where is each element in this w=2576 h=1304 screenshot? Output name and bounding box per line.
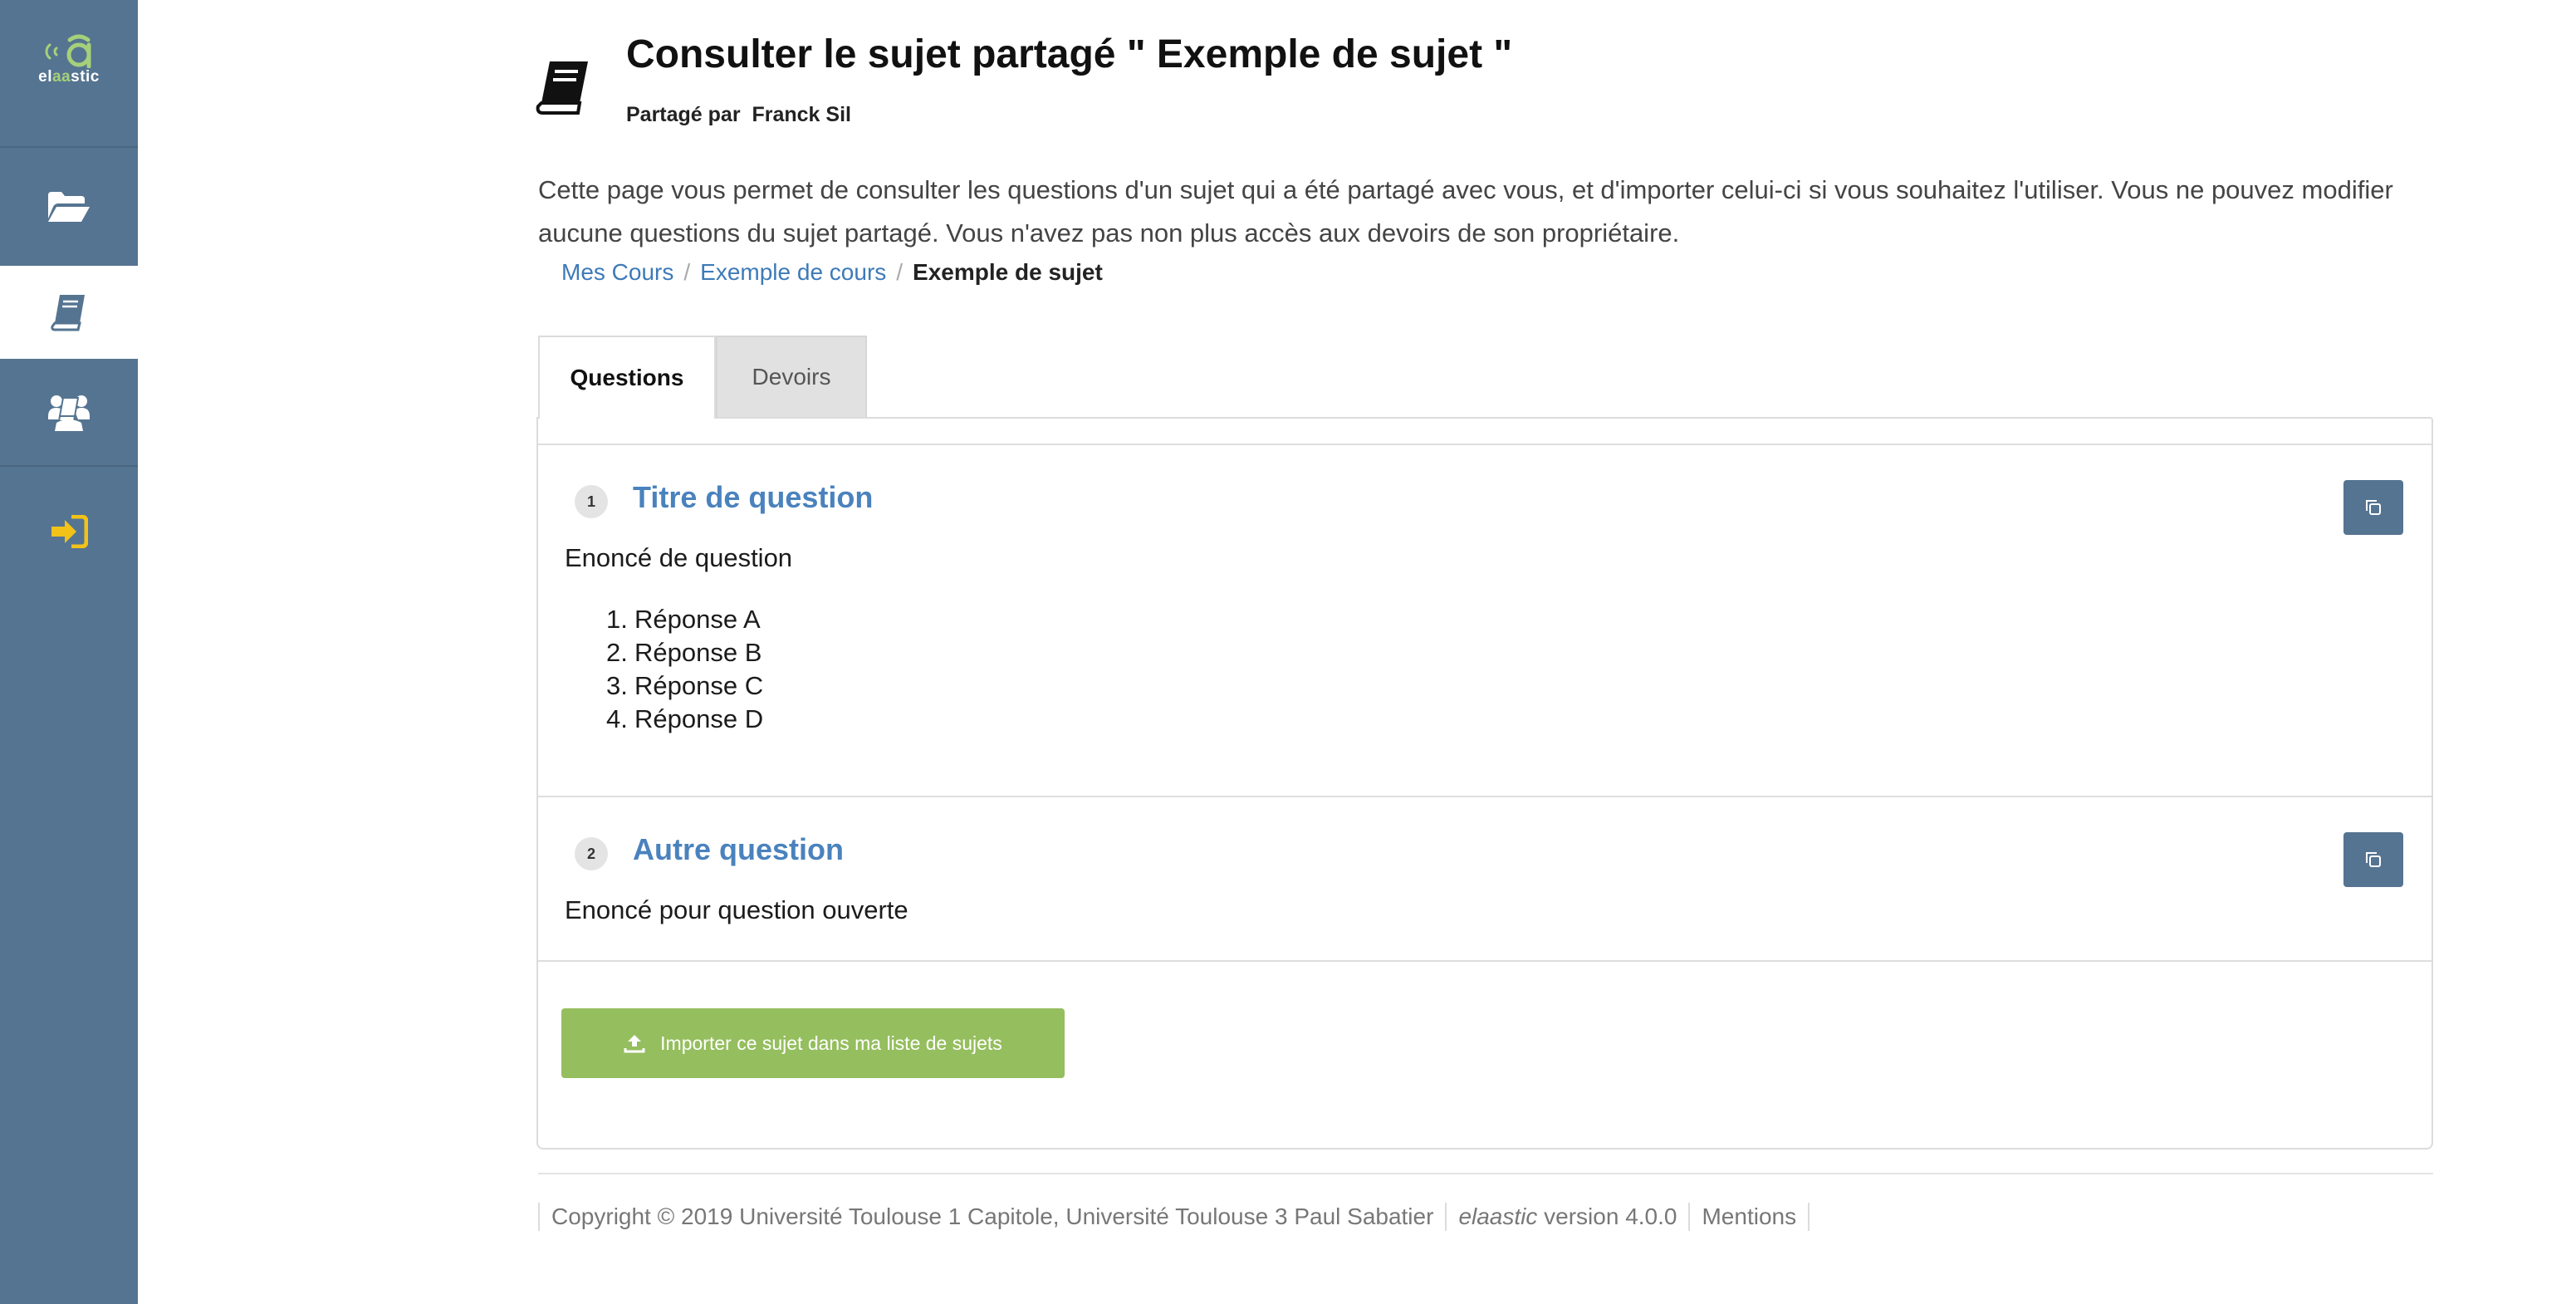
logo-text: elaastic xyxy=(38,68,100,86)
import-button-label: Importer ce sujet dans ma liste de sujet… xyxy=(660,1032,1002,1054)
sidebar-item-groups[interactable] xyxy=(0,359,138,465)
breadcrumb-course[interactable]: Exemple de cours xyxy=(700,259,886,285)
question-statement: Enoncé pour question ouverte xyxy=(565,895,908,924)
question-statement: Enoncé de question xyxy=(565,543,793,572)
question-title: Autre question xyxy=(633,832,845,866)
logo-mark-icon xyxy=(45,34,91,68)
breadcrumb-my-courses[interactable]: Mes Cours xyxy=(561,259,673,285)
shared-by: Partagé par Franck Sil xyxy=(626,103,851,127)
answer-list: 1. Réponse A 2. Réponse B 3. Réponse C 4. Ré… xyxy=(596,603,763,736)
sidebar-item-courses[interactable] xyxy=(0,148,138,266)
question-divider xyxy=(538,796,2432,797)
copyright-text: Copyright © 2019 Université Toulouse 1 C… xyxy=(538,1203,1445,1231)
question-number-badge: 2 xyxy=(575,837,608,870)
tab-questions[interactable]: Questions xyxy=(538,336,716,419)
answer-item: 2. Réponse B xyxy=(606,638,762,667)
book-icon xyxy=(536,61,588,115)
answer-item: 1. Réponse A xyxy=(606,605,761,634)
app-version: elaastic version 4.0.0 xyxy=(1445,1203,1688,1231)
sign-in-icon xyxy=(51,515,88,548)
upload-icon xyxy=(624,1035,645,1053)
owner-name: Franck Sil xyxy=(752,103,851,126)
shared-by-label: Partagé par xyxy=(626,103,741,126)
copy-question-button[interactable] xyxy=(2343,832,2403,887)
breadcrumb-current: Exemple de sujet xyxy=(913,259,1103,285)
footer: Copyright © 2019 Université Toulouse 1 C… xyxy=(538,1203,1810,1231)
sidebar-item-login[interactable] xyxy=(0,475,138,588)
page-title: Consulter le sujet partagé " Exemple de … xyxy=(626,32,1513,76)
sidebar-item-subjects[interactable] xyxy=(0,266,138,359)
tab-assignments[interactable]: Devoirs xyxy=(716,336,867,417)
copy-icon xyxy=(2366,500,2381,515)
sidebar: elaastic xyxy=(0,0,138,1304)
question-divider xyxy=(538,444,2432,445)
answer-item: 4. Réponse D xyxy=(606,704,764,733)
book-icon xyxy=(51,295,85,331)
folder-open-icon xyxy=(48,192,90,222)
answer-item: 3. Réponse C xyxy=(606,671,764,700)
breadcrumb-separator: / xyxy=(683,259,691,285)
questions-panel: 1 Titre de question Enoncé de question 1… xyxy=(536,417,2433,1150)
mentions-link[interactable]: Mentions xyxy=(1688,1203,1810,1231)
question-divider xyxy=(538,960,2432,962)
import-subject-button[interactable]: Importer ce sujet dans ma liste de sujet… xyxy=(561,1008,1065,1078)
question-title: Titre de question xyxy=(633,480,874,514)
sidebar-divider xyxy=(0,465,138,467)
breadcrumb: Mes Cours / Exemple de cours / Exemple de su… xyxy=(561,259,1103,286)
users-icon xyxy=(48,395,90,431)
copy-question-button[interactable] xyxy=(2343,480,2403,535)
elaastic-logo[interactable]: elaastic xyxy=(0,0,138,146)
page-description: Cette page vous permet de consulter les … xyxy=(538,175,2393,248)
question-number-badge: 1 xyxy=(575,485,608,518)
footer-divider xyxy=(538,1173,2433,1174)
breadcrumb-separator: / xyxy=(896,259,904,285)
copy-icon xyxy=(2366,852,2381,867)
